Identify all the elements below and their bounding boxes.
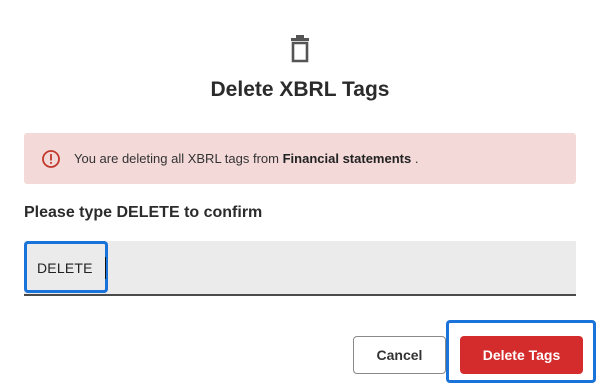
warning-alert: You are deleting all XBRL tags from Fina… (24, 133, 576, 184)
alert-emphasis: Financial statements (282, 151, 412, 166)
alert-message: You are deleting all XBRL tags from Fina… (74, 151, 418, 166)
cancel-button[interactable]: Cancel (353, 336, 446, 374)
confirm-input[interactable] (37, 257, 557, 279)
confirm-input-container[interactable] (24, 241, 576, 296)
confirm-label: Please type DELETE to confirm (24, 204, 263, 221)
text-caret (105, 257, 106, 279)
alert-text-before: You are deleting all XBRL tags from (74, 151, 283, 166)
alert-text-after: . (411, 151, 419, 166)
alert-circle-icon (41, 149, 61, 169)
delete-tags-button[interactable]: Delete Tags (460, 336, 583, 374)
trash-icon (288, 35, 312, 63)
delete-tags-dialog: Delete XBRL Tags You are deleting all XB… (0, 0, 600, 387)
dialog-title: Delete XBRL Tags (210, 78, 390, 101)
